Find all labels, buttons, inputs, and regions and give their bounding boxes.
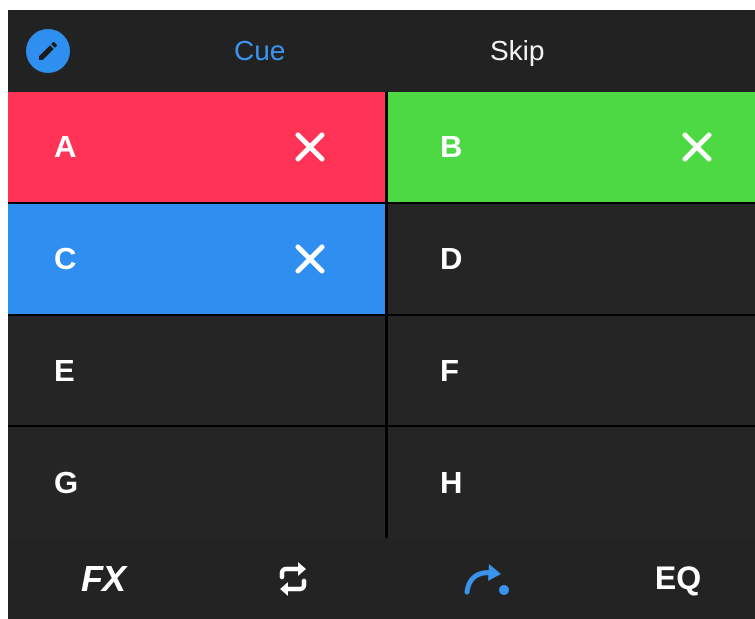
pad-label: G: [54, 464, 79, 500]
skip-forward-icon: [464, 563, 509, 595]
pad-label: E: [54, 352, 75, 388]
tab-cue[interactable]: Cue: [234, 36, 285, 66]
cue-pad-g[interactable]: G: [8, 427, 385, 538]
eq-button[interactable]: EQ: [633, 538, 723, 619]
cue-pad-f[interactable]: F: [388, 316, 755, 425]
skip-button[interactable]: [448, 538, 528, 619]
loop-button[interactable]: [253, 538, 333, 619]
cue-pad-d[interactable]: D: [388, 204, 755, 314]
pencil-icon: [39, 41, 58, 60]
pad-label: B: [440, 129, 463, 164]
cue-pad-b[interactable]: B: [388, 92, 755, 202]
hot-cue-grid: A B C D E F G H: [8, 92, 755, 538]
top-bar: Cue Skip: [8, 10, 755, 92]
bottom-toolbar: FX EQ: [8, 538, 755, 619]
fx-label: FX: [80, 557, 126, 599]
pad-label: H: [440, 464, 463, 500]
tab-skip[interactable]: Skip: [490, 36, 544, 66]
close-icon[interactable]: [294, 243, 326, 275]
pad-label: C: [54, 241, 77, 276]
cue-pad-a[interactable]: A: [8, 92, 385, 202]
cue-pad-c[interactable]: C: [8, 204, 385, 314]
eq-label: EQ: [654, 560, 702, 596]
cue-panel: Cue Skip A B C D E F G H FX EQ: [8, 10, 755, 619]
pad-label: D: [440, 241, 463, 276]
close-icon[interactable]: [294, 131, 326, 163]
fx-button[interactable]: FX: [58, 538, 148, 619]
close-icon[interactable]: [681, 131, 713, 163]
pad-label: A: [54, 129, 77, 164]
cue-pad-h[interactable]: H: [388, 427, 755, 538]
edit-button[interactable]: [26, 29, 70, 73]
loop-icon: [279, 561, 307, 596]
pad-label: F: [440, 352, 459, 388]
cue-pad-e[interactable]: E: [8, 316, 385, 425]
